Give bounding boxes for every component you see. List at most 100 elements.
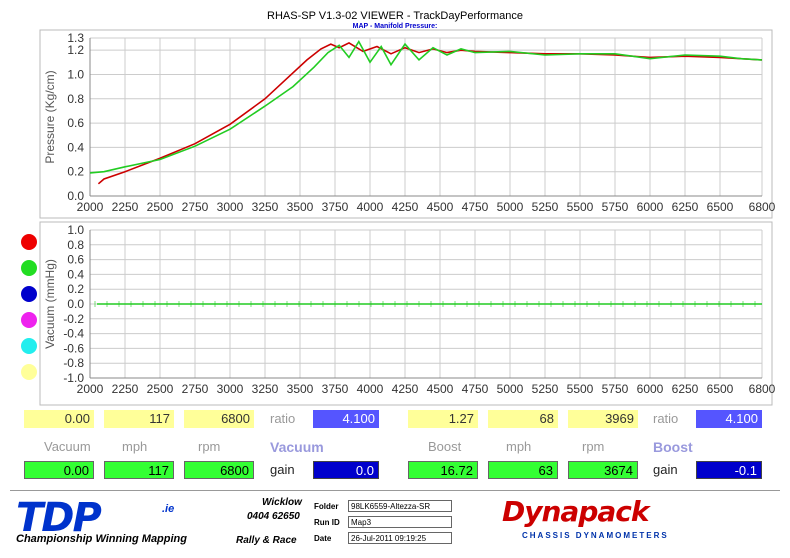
x-tick-label: 5250 xyxy=(532,382,559,396)
pressure-chart: 2000 2250 2500 2750 3000 3250 3500 3750 4000 4250… xyxy=(39,29,776,219)
x-tick-label: 5000 xyxy=(497,382,524,396)
mph-label: mph xyxy=(122,439,148,454)
x-tick-label: 3000 xyxy=(217,200,244,214)
vacuum-rpm-top: 6800 xyxy=(184,410,254,428)
x-tick-label: 6500 xyxy=(707,382,734,396)
x-tick-label: 4000 xyxy=(357,382,384,396)
boost-mph-bottom: 63 xyxy=(488,461,558,479)
contact-location: Wicklow xyxy=(262,497,302,508)
x-tick-label: 2750 xyxy=(182,200,209,214)
dynapack-subtitle: CHASSIS DYNAMOMETERS xyxy=(522,531,669,540)
x-tick-label: 6800 xyxy=(749,382,776,396)
run-selectors xyxy=(21,234,37,380)
x-tick-label: 4500 xyxy=(427,200,454,214)
x-tick-label: 2250 xyxy=(112,200,139,214)
y-tick-label: 0.8 xyxy=(67,238,84,252)
x-tick-label: 5500 xyxy=(567,200,594,214)
x-tick-label: 5750 xyxy=(602,200,629,214)
vacuum-mph-top: 117 xyxy=(104,410,174,428)
y-tick-label: 0.0 xyxy=(67,297,84,311)
y-tick-label: 0.2 xyxy=(67,282,84,296)
readout-labels-row: Vacuum mph rpm Vacuum Boost mph rpm Boos… xyxy=(0,438,790,458)
x-tick-label: 4750 xyxy=(462,382,489,396)
boost-label: Boost xyxy=(428,439,462,454)
run-selector-dot-2 xyxy=(21,260,37,276)
run-selector-dot-6 xyxy=(21,364,37,380)
readout-top-row: 0.00 117 6800 ratio 4.100 1.27 68 3969 r… xyxy=(0,410,790,430)
x-tick-label: 4250 xyxy=(392,382,419,396)
folder-label: Folder xyxy=(314,502,339,511)
x-tick-label: 2500 xyxy=(147,200,174,214)
vacuum-gain-label: gain xyxy=(270,462,295,477)
run-selector-dot-1 xyxy=(21,234,37,250)
vacuum-value-bottom: 0.00 xyxy=(24,461,94,479)
x-tick-label: 3000 xyxy=(217,382,244,396)
footer-banner: TDP .ie Championship Winning Mapping Ral… xyxy=(10,490,780,551)
readout-bottom-row: 0.00 117 6800 gain 0.0 16.72 63 3674 gai… xyxy=(0,461,790,481)
boost-rpm-top: 3969 xyxy=(568,410,638,428)
x-tick-label: 5500 xyxy=(567,382,594,396)
date-label: Date xyxy=(314,534,332,543)
boost-ratio-value: 4.100 xyxy=(696,410,762,428)
dynapack-logo: Dynapack xyxy=(502,495,649,528)
charts-canvas: 2000 2250 2500 2750 3000 3250 3500 3750 4000 4250… xyxy=(21,29,776,406)
boost-section-title: Boost xyxy=(653,439,693,455)
y-tick-label: -0.4 xyxy=(63,327,84,341)
x-tick-label: 6250 xyxy=(672,382,699,396)
runid-label: Run ID xyxy=(314,518,340,527)
boost-mph-top: 68 xyxy=(488,410,558,428)
x-tick-label: 4000 xyxy=(357,200,384,214)
folder-field: 98LK6559-Altezza-SR xyxy=(348,500,452,512)
x-tick-label: 3500 xyxy=(287,382,314,396)
x-tick-label: 3750 xyxy=(322,200,349,214)
boost-rpm-bottom: 3674 xyxy=(568,461,638,479)
x-tick-label: 5250 xyxy=(532,200,559,214)
run-selector-dot-3 xyxy=(21,286,37,302)
mph-label-2: mph xyxy=(506,439,532,454)
y-tick-label: -0.2 xyxy=(63,312,84,326)
x-tick-label: 6500 xyxy=(707,200,734,214)
x-tick-label: 6250 xyxy=(672,200,699,214)
boost-gain-label: gain xyxy=(653,462,678,477)
x-tick-label: 3250 xyxy=(252,382,279,396)
x-tick-label: 4750 xyxy=(462,200,489,214)
y-tick-label: 0.4 xyxy=(67,267,84,281)
x-tick-label: 2500 xyxy=(147,382,174,396)
y-tick-label: 0.0 xyxy=(67,189,84,203)
x-tick-label: 6000 xyxy=(637,382,664,396)
boost-gain-value: -0.1 xyxy=(696,461,762,479)
x-tick-label: 3750 xyxy=(322,382,349,396)
y-tick-label: -0.6 xyxy=(63,341,84,355)
x-tick-label: 3250 xyxy=(252,200,279,214)
y-tick-label: 0.2 xyxy=(67,165,84,179)
boost-ratio-label: ratio xyxy=(653,411,679,426)
run-selector-dot-5 xyxy=(21,338,37,354)
y-tick-label: 1.0 xyxy=(67,67,84,81)
x-tick-label: 3500 xyxy=(287,200,314,214)
vacuum-mph-bottom: 117 xyxy=(104,461,174,479)
y-tick-label: 0.6 xyxy=(67,253,84,267)
tdp-logo-suffix: .ie xyxy=(162,503,175,515)
vacuum-gain-value: 0.0 xyxy=(313,461,379,479)
dyno-viewer: RHAS-SP V1.3-02 VIEWER - TrackDayPerform… xyxy=(0,0,790,558)
x-tick-label: 4500 xyxy=(427,382,454,396)
vacuum-chart: 2000 2250 2500 2750 3000 3250 3500 3750 4000 4250… xyxy=(39,221,776,406)
y-tick-label: 0.8 xyxy=(67,92,84,106)
boost-value-top: 1.27 xyxy=(408,410,478,428)
vacuum-ratio-value: 4.100 xyxy=(313,410,379,428)
y-tick-label: 1.3 xyxy=(67,31,84,45)
date-field: 26-Jul-2011 09:19:25 xyxy=(348,532,452,544)
x-tick-label: 6000 xyxy=(637,200,664,214)
rpm-label: rpm xyxy=(198,439,221,454)
y-tick-label: 0.4 xyxy=(67,140,84,154)
vacuum-label: Vacuum xyxy=(44,439,91,454)
y-tick-label: -1.0 xyxy=(63,371,84,385)
x-tick-label: 4250 xyxy=(392,200,419,214)
run-selector-dot-4 xyxy=(21,312,37,328)
x-tick-label: 6800 xyxy=(749,200,776,214)
vacuum-ratio-label: ratio xyxy=(270,411,296,426)
rpm-label-2: rpm xyxy=(582,439,605,454)
vacuum-section-title: Vacuum xyxy=(270,439,324,455)
contact-phone: 0404 62650 xyxy=(247,511,300,522)
y-tick-label: 0.6 xyxy=(67,116,84,130)
